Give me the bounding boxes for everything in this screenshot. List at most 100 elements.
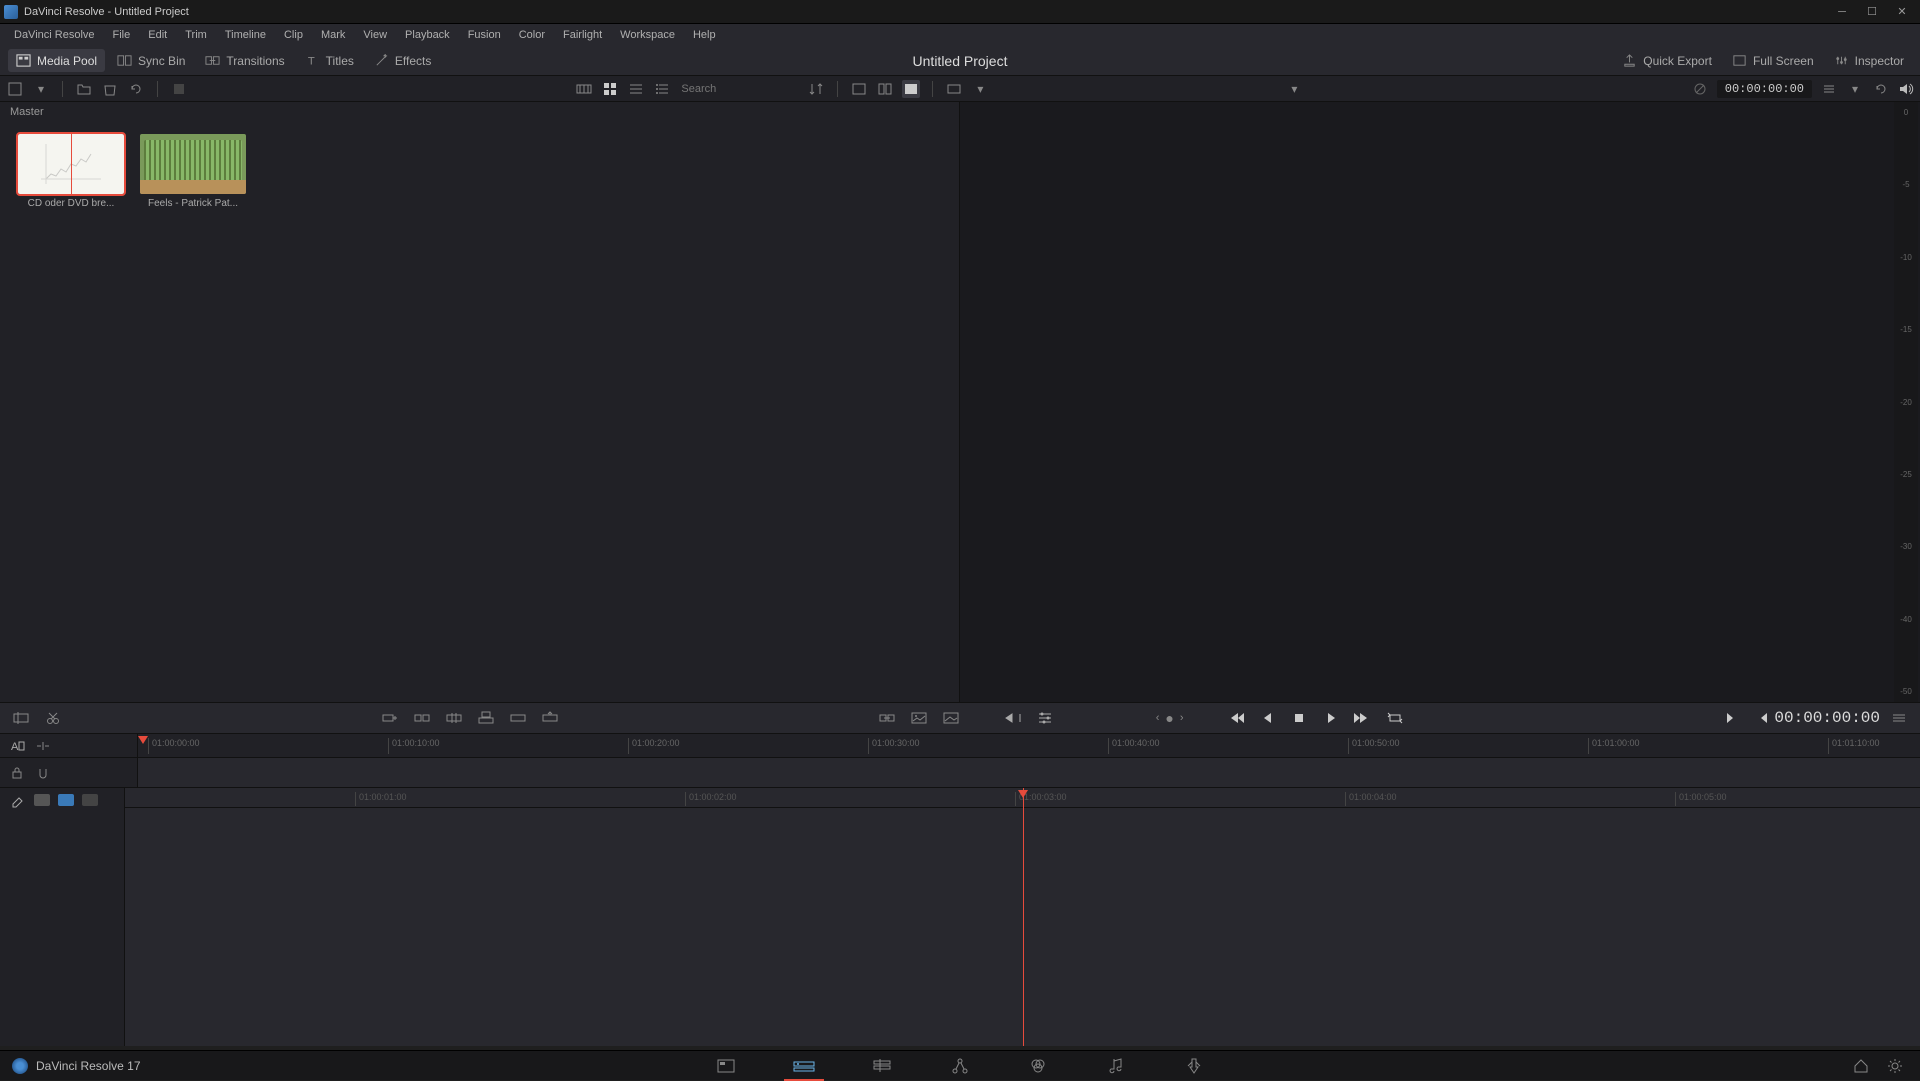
breadcrumb[interactable]: Master <box>0 102 959 122</box>
fairlight-page-tab[interactable] <box>1096 1051 1136 1081</box>
import-media-button[interactable] <box>6 80 24 98</box>
list-view-button[interactable] <box>627 80 645 98</box>
menu-fusion[interactable]: Fusion <box>460 27 509 43</box>
menu-edit[interactable]: Edit <box>140 27 175 43</box>
sync-bin-button[interactable]: Sync Bin <box>109 49 193 72</box>
clip-thumbnail[interactable]: CD oder DVD bre... <box>16 134 126 209</box>
fusion-page-tab[interactable] <box>940 1051 980 1081</box>
menu-view[interactable]: View <box>355 27 395 43</box>
home-button[interactable] <box>1852 1057 1870 1075</box>
stop-button[interactable] <box>1288 707 1310 729</box>
speaker-icon[interactable] <box>1898 81 1914 97</box>
smart-insert-button[interactable] <box>10 707 32 729</box>
full-screen-button[interactable]: Full Screen <box>1724 49 1822 72</box>
timeline-timecode[interactable]: 00:00:00:00 <box>1774 709 1888 727</box>
timeline-mode-b-button[interactable] <box>34 737 52 755</box>
append-button[interactable] <box>379 707 401 729</box>
playhead-upper[interactable] <box>138 736 148 746</box>
ripple-button[interactable] <box>411 707 433 729</box>
menu-clip[interactable]: Clip <box>276 27 311 43</box>
clip-thumbnail[interactable]: Feels - Patrick Pat... <box>138 134 248 209</box>
prev-frame-button[interactable] <box>1256 707 1278 729</box>
timeline-tracks[interactable]: 01:00:01:00 01:00:02:00 01:00:03:00 01:0… <box>125 788 1920 1046</box>
audio-track-toggle[interactable] <box>58 794 74 806</box>
menu-help[interactable]: Help <box>685 27 724 43</box>
menu-color[interactable]: Color <box>511 27 553 43</box>
clip-select-button[interactable] <box>945 80 963 98</box>
adjust-button[interactable] <box>1034 707 1056 729</box>
grid-view-button[interactable] <box>601 80 619 98</box>
jog-dot-icon[interactable]: ● <box>1165 710 1173 726</box>
close-button[interactable]: ✕ <box>1896 6 1908 18</box>
detail-view-button[interactable] <box>653 80 671 98</box>
loop-button[interactable] <box>1872 80 1890 98</box>
inspector-button[interactable]: Inspector <box>1826 49 1912 72</box>
lock-all-button[interactable] <box>8 764 26 782</box>
source-overwrite-button[interactable] <box>507 707 529 729</box>
menu-workspace[interactable]: Workspace <box>612 27 683 43</box>
first-frame-button[interactable] <box>1224 707 1246 729</box>
snap-button[interactable] <box>34 764 52 782</box>
blade-tool-button[interactable] <box>42 707 64 729</box>
next-clip-icon[interactable]: › <box>1180 712 1184 724</box>
color-page-tab[interactable] <box>1018 1051 1058 1081</box>
settings-button[interactable] <box>1886 1057 1904 1075</box>
picture-button[interactable] <box>908 707 930 729</box>
tool-button[interactable] <box>170 80 188 98</box>
ruler-track-upper[interactable]: 01:00:00:00 01:00:10:00 01:00:20:00 01:0… <box>138 734 1920 757</box>
menu-timeline[interactable]: Timeline <box>217 27 274 43</box>
refresh-button[interactable] <box>127 80 145 98</box>
quick-export-button[interactable]: Quick Export <box>1614 49 1720 72</box>
bin-button[interactable] <box>101 80 119 98</box>
sort-button[interactable] <box>807 80 825 98</box>
minimize-button[interactable]: ─ <box>1836 6 1848 18</box>
last-frame-button[interactable] <box>1352 707 1374 729</box>
effects-button[interactable]: Effects <box>366 49 439 72</box>
media-pool-button[interactable]: Media Pool <box>8 49 105 72</box>
clip-preview[interactable] <box>18 134 124 194</box>
picture2-button[interactable] <box>940 707 962 729</box>
play-button[interactable] <box>1320 707 1342 729</box>
next-edit-button[interactable] <box>1720 707 1742 729</box>
loop-button[interactable] <box>1384 707 1406 729</box>
menu-mark[interactable]: Mark <box>313 27 353 43</box>
media-page-tab[interactable] <box>706 1051 746 1081</box>
dropdown-icon[interactable]: ▾ <box>32 80 50 98</box>
insert-button[interactable] <box>539 707 561 729</box>
view-mode-2-button[interactable] <box>876 80 894 98</box>
maximize-button[interactable]: ☐ <box>1866 6 1878 18</box>
prev-clip-icon[interactable]: ‹ <box>1156 712 1160 724</box>
menu-file[interactable]: File <box>105 27 139 43</box>
deliver-page-tab[interactable] <box>1174 1051 1214 1081</box>
track-edit-button[interactable] <box>8 794 26 812</box>
close-up-button[interactable] <box>443 707 465 729</box>
place-on-top-button[interactable] <box>475 707 497 729</box>
transition-button[interactable] <box>876 707 898 729</box>
transitions-button[interactable]: Transitions <box>197 49 292 72</box>
bypass-button[interactable] <box>1691 80 1709 98</box>
playhead-lower[interactable] <box>1023 788 1024 1046</box>
search-input[interactable] <box>679 81 799 97</box>
filmstrip-view-button[interactable] <box>575 80 593 98</box>
folder-button[interactable] <box>75 80 93 98</box>
timeline-mode-a-button[interactable]: A <box>8 737 26 755</box>
video-track-toggle[interactable] <box>34 794 50 806</box>
clip-preview[interactable] <box>140 134 246 194</box>
cut-page-tab[interactable] <box>784 1051 824 1081</box>
prev-edit-button[interactable] <box>1752 707 1774 729</box>
timecode-options-button[interactable] <box>1820 80 1838 98</box>
fast-review-button[interactable] <box>1002 707 1024 729</box>
titles-button[interactable]: T Titles <box>297 49 362 72</box>
menu-playback[interactable]: Playback <box>397 27 458 43</box>
menu-trim[interactable]: Trim <box>177 27 215 43</box>
options-button[interactable] <box>1888 707 1910 729</box>
timecode-display[interactable]: 00:00:00:00 <box>1717 80 1812 98</box>
view-mode-3-button[interactable] <box>902 80 920 98</box>
view-mode-1-button[interactable] <box>850 80 868 98</box>
menu-davinci-resolve[interactable]: DaVinci Resolve <box>6 27 103 43</box>
chevron-down-icon[interactable]: ▾ <box>971 80 989 98</box>
chevron-down-icon[interactable]: ▾ <box>1285 80 1303 98</box>
menu-fairlight[interactable]: Fairlight <box>555 27 610 43</box>
edit-page-tab[interactable] <box>862 1051 902 1081</box>
chevron-down-icon[interactable]: ▾ <box>1846 80 1864 98</box>
